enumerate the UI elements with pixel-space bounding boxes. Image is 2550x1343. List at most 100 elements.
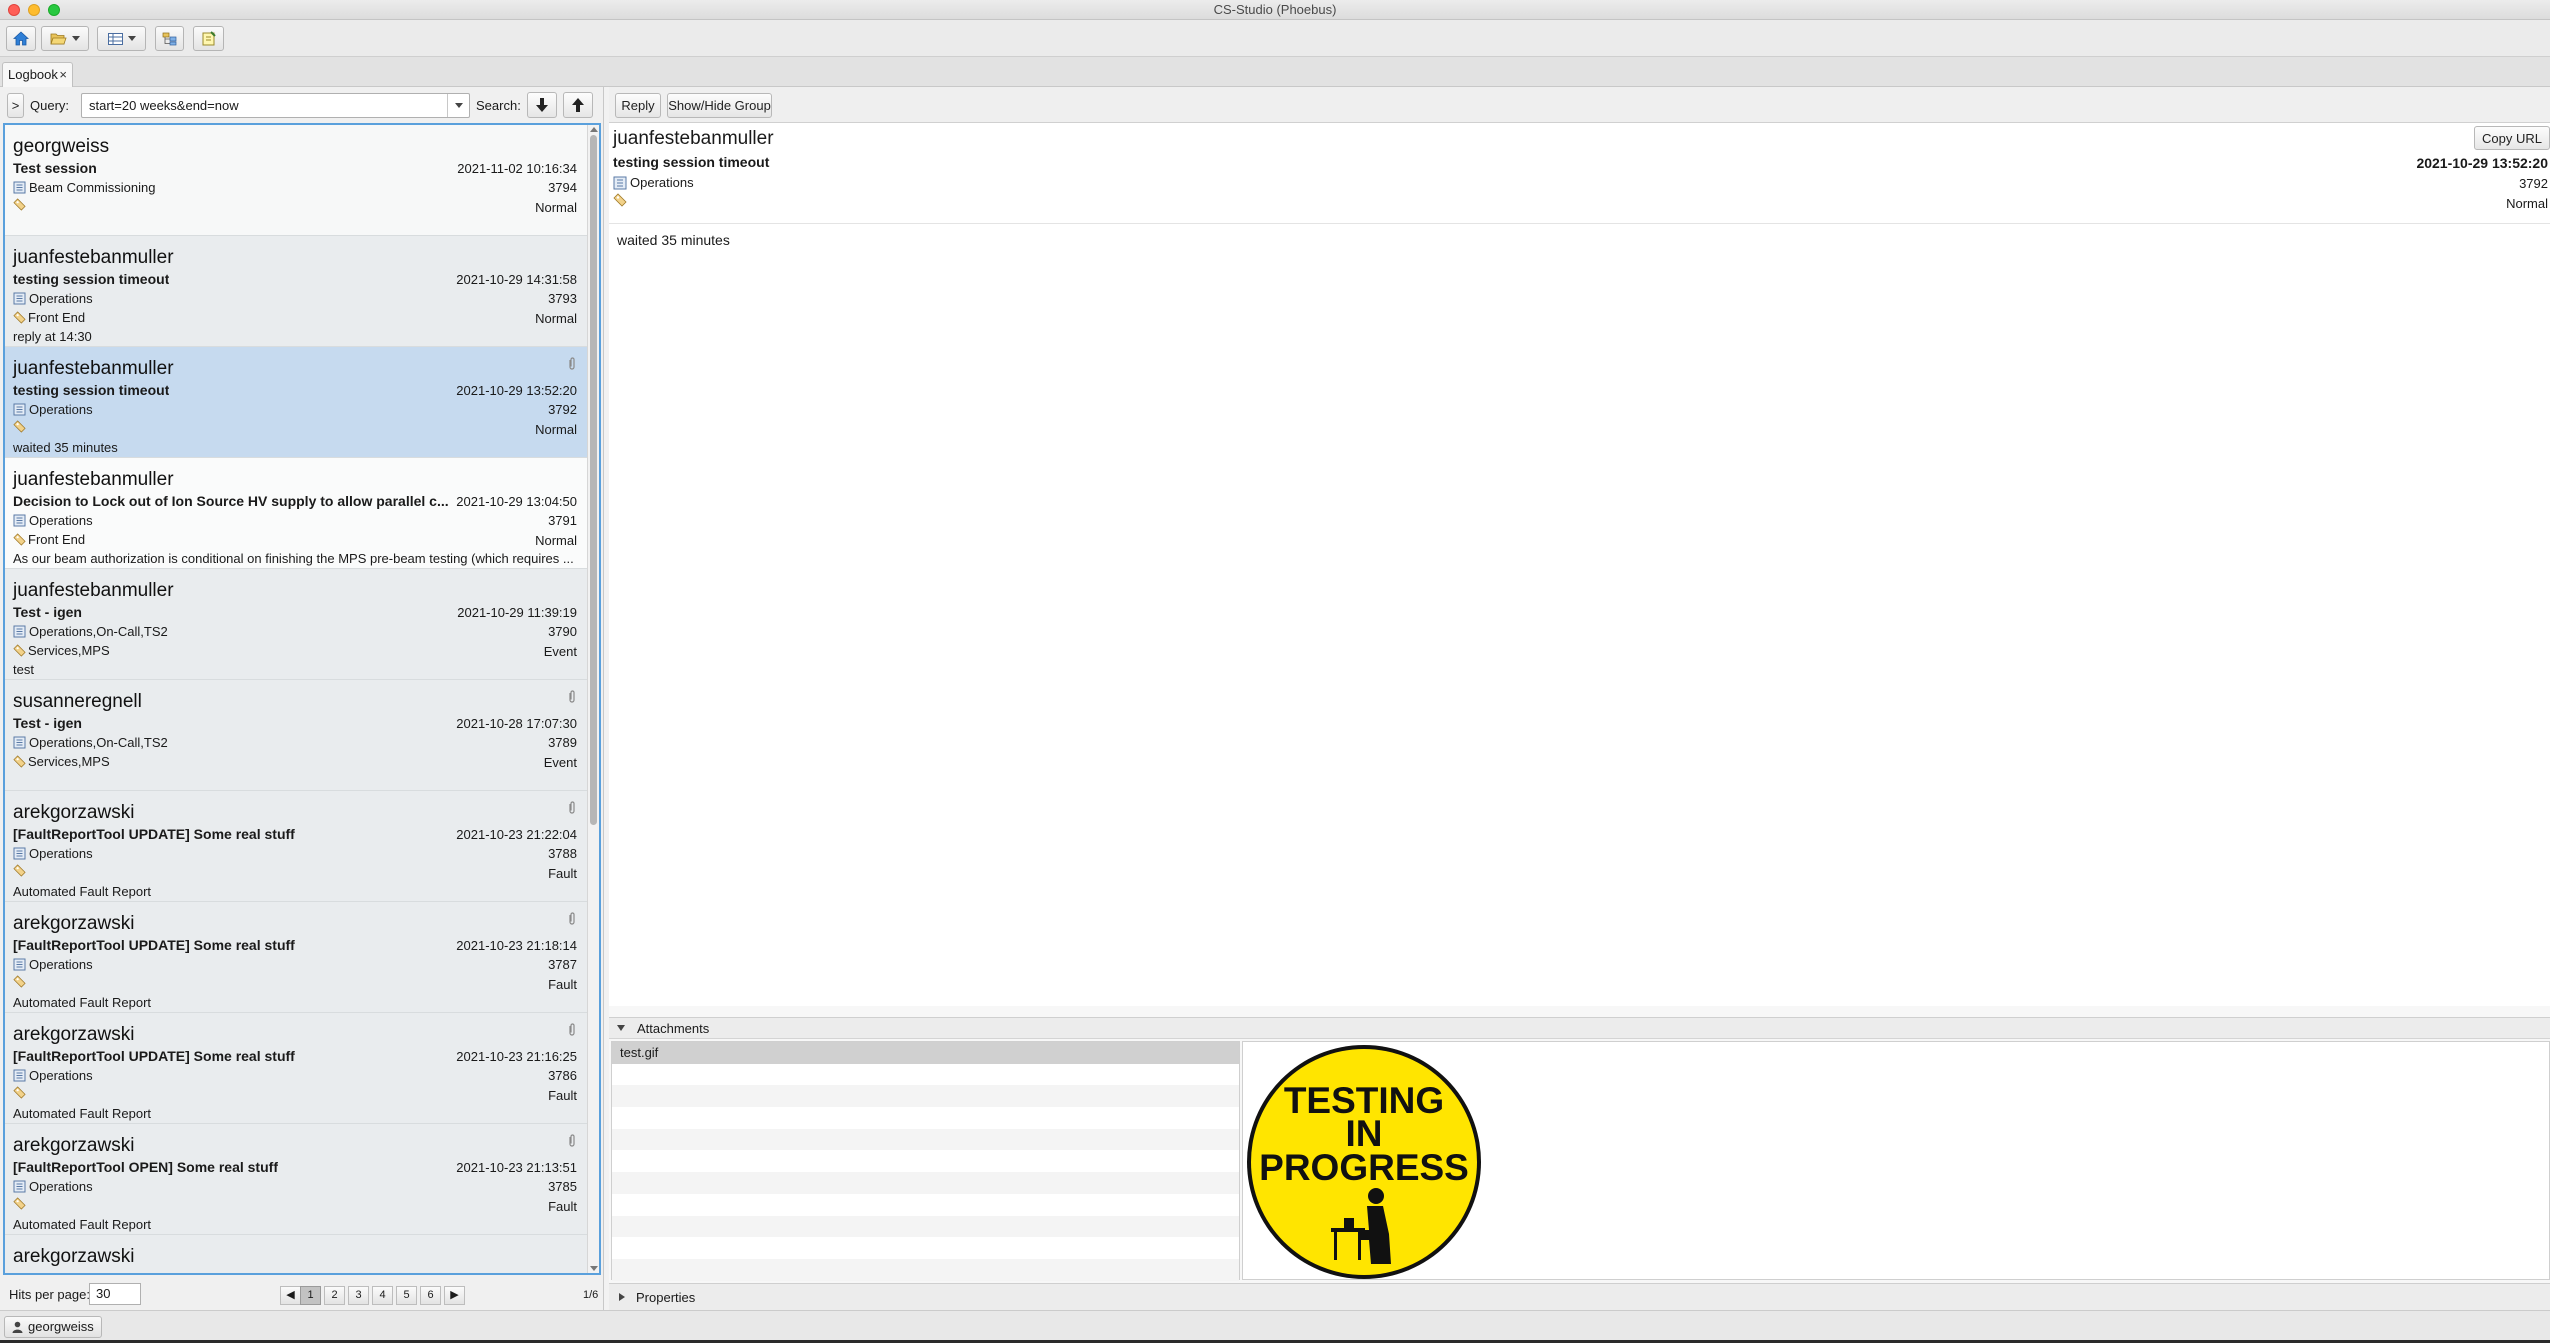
entry-date: 2021-10-28 17:07:30 <box>456 716 577 731</box>
entry-logbooks: Operations,On-Call,TS2 <box>13 734 168 751</box>
page-button-1[interactable]: 1 <box>300 1286 321 1305</box>
entry-id: 3786 <box>548 1068 577 1083</box>
list-scrollbar[interactable] <box>587 125 599 1273</box>
attachment-indicator <box>567 1134 577 1151</box>
entry-tags-text: Services,MPS <box>28 643 110 658</box>
log-entry-row[interactable]: juanfestebanmuller testing session timeou… <box>5 236 587 347</box>
empty-row <box>612 1085 1239 1108</box>
entry-description: Automated Fault Report <box>13 1217 152 1232</box>
hierarchy-button[interactable] <box>155 26 184 51</box>
page-button-4[interactable]: 4 <box>372 1286 393 1305</box>
entry-logbooks-text: Operations <box>29 1068 93 1083</box>
entry-title: Test - igen <box>13 604 82 620</box>
entry-owner: juanfestebanmuller <box>13 247 174 268</box>
entry-logbooks-text: Operations,On-Call,TS2 <box>29 624 168 639</box>
empty-row <box>612 1172 1239 1194</box>
minimize-window-button[interactable] <box>28 4 40 16</box>
log-entry-row[interactable]: juanfestebanmuller Test - igen 2021-10-29 … <box>5 569 587 680</box>
maximize-window-button[interactable] <box>48 4 60 16</box>
log-entry-row[interactable]: arekgorzawski [FaultReportTool UPDATE] So… <box>5 791 587 902</box>
note-icon <box>202 31 216 46</box>
entry-owner: arekgorzawski <box>13 913 135 934</box>
hits-per-page-label: Hits per page: <box>9 1287 90 1302</box>
scroll-down-icon[interactable] <box>590 1266 598 1271</box>
entry-id: 3788 <box>548 846 577 861</box>
page-button-3[interactable]: 3 <box>348 1286 369 1305</box>
log-entry-row[interactable]: arekgorzawski [FaultReportTool UPDATE] So… <box>5 902 587 1013</box>
logbook-icon <box>13 1180 26 1193</box>
log-entry-row[interactable]: arekgorzawski [FaultReportTool UPDATE] So… <box>5 1013 587 1124</box>
entry-id: 3789 <box>548 735 577 750</box>
tab-logbook[interactable]: Logbook × <box>2 62 73 87</box>
query-label: Query: <box>30 98 70 113</box>
attachment-indicator <box>567 912 577 929</box>
entry-date: 2021-10-23 21:16:25 <box>456 1049 577 1064</box>
show-hide-group-button[interactable]: Show/Hide Group <box>667 93 772 118</box>
log-entry-row[interactable]: arekgorzawski [FaultReportTool OPEN] Some… <box>5 1124 587 1235</box>
entry-description: As our beam authorization is conditional… <box>13 551 574 566</box>
expand-query-button[interactable]: > <box>7 93 24 118</box>
copy-url-button[interactable]: Copy URL <box>2474 126 2550 150</box>
entry-owner: juanfestebanmuller <box>13 469 174 490</box>
home-button[interactable] <box>6 26 36 51</box>
attachment-item[interactable]: test.gif <box>612 1042 1239 1064</box>
entry-title: testing session timeout <box>13 271 170 287</box>
page-button-5[interactable]: 5 <box>396 1286 417 1305</box>
scroll-thumb[interactable] <box>590 135 597 825</box>
logbook-icon <box>13 403 26 416</box>
query-input[interactable]: start=20 weeks&end=now <box>81 93 470 118</box>
arrow-up-icon <box>572 98 584 112</box>
empty-row <box>612 1194 1239 1216</box>
log-entry-row[interactable]: susanneregnell Test - igen 2021-10-28 17:0… <box>5 680 587 791</box>
page-button-6[interactable]: 6 <box>420 1286 441 1305</box>
sort-ascending-button[interactable] <box>563 92 593 118</box>
entry-date: 2021-10-23 21:18:14 <box>456 938 577 953</box>
properties-header[interactable]: Properties <box>609 1283 2550 1310</box>
window-title-bar: CS-Studio (Phoebus) <box>0 0 2550 20</box>
tag-icon <box>13 1197 26 1210</box>
entry-id: 3791 <box>548 513 577 528</box>
paperclip-icon <box>569 1134 575 1147</box>
entry-date: 2021-10-23 21:22:04 <box>456 827 577 842</box>
log-entry-row[interactable]: arekgorzawski <box>5 1235 587 1273</box>
tag-icon <box>613 193 627 207</box>
tag-icon <box>13 755 26 768</box>
scroll-up-icon[interactable] <box>590 127 598 132</box>
arrow-down-icon <box>536 98 548 112</box>
detail-date: 2021-10-29 13:52:20 <box>2416 155 2548 171</box>
entry-logbooks-text: Operations <box>29 957 93 972</box>
entry-id: 3792 <box>548 402 577 417</box>
entry-description: reply at 14:30 <box>13 329 92 344</box>
layout-button[interactable] <box>97 26 146 51</box>
close-tab-icon[interactable]: × <box>59 63 67 87</box>
attachment-list[interactable]: test.gif <box>611 1041 1240 1281</box>
page-button-2[interactable]: 2 <box>324 1286 345 1305</box>
log-entry-row[interactable]: juanfestebanmuller Decision to Lock out o… <box>5 458 587 569</box>
user-button[interactable]: georgweiss <box>4 1316 102 1338</box>
previous-page-button[interactable]: ◀ <box>280 1286 301 1305</box>
entry-id: 3794 <box>548 180 577 195</box>
paperclip-icon <box>569 912 575 925</box>
log-entry-row[interactable]: georgweiss Test session 2021-11-02 10:16:3… <box>5 125 587 236</box>
hits-per-page-input[interactable]: 30 <box>89 1283 141 1305</box>
entry-title: [FaultReportTool UPDATE] Some real stuff <box>13 826 295 842</box>
entry-logbooks: Operations <box>13 956 93 973</box>
entry-logbooks-text: Operations <box>29 402 93 417</box>
note-button[interactable] <box>193 26 224 51</box>
logbook-icon <box>13 292 26 305</box>
attachments-header[interactable]: Attachments <box>609 1017 2550 1039</box>
close-window-button[interactable] <box>8 4 20 16</box>
reply-button[interactable]: Reply <box>615 93 661 118</box>
log-entry-list[interactable]: georgweiss Test session 2021-11-02 10:16:3… <box>3 123 601 1275</box>
entry-level: Event <box>543 755 577 770</box>
next-page-button[interactable]: ▶ <box>444 1286 465 1305</box>
sort-descending-button[interactable] <box>527 92 557 118</box>
entry-logbooks: Operations <box>13 1067 93 1084</box>
query-history-dropdown[interactable] <box>447 94 469 117</box>
tab-strip: Logbook × <box>0 57 2550 87</box>
open-button[interactable] <box>41 26 89 51</box>
log-entry-row[interactable]: juanfestebanmuller testing session timeou… <box>5 347 587 458</box>
entry-level: Normal <box>535 311 577 326</box>
detail-logbooks: Operations <box>613 174 694 191</box>
user-icon <box>12 1321 23 1333</box>
